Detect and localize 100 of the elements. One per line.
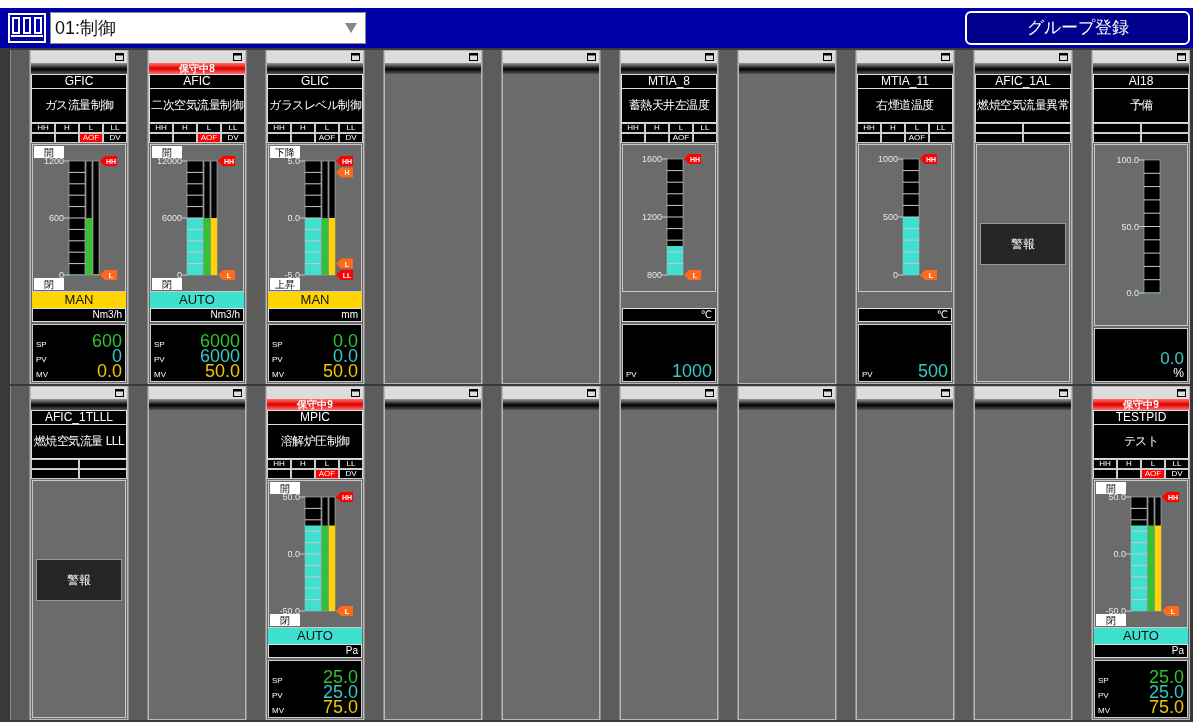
scale-label: 600 [48, 213, 64, 223]
scale-label: 0.0 [287, 549, 300, 559]
value-label: MV [1098, 706, 1110, 715]
alarm-cell [1141, 123, 1189, 133]
value-label: PV [862, 370, 873, 379]
window-icon[interactable] [115, 53, 124, 61]
tag-name: GLIC [267, 74, 363, 89]
tag-description: ガラスレベル制御 [267, 89, 363, 123]
tag-name: AFIC [149, 74, 245, 89]
scale-label: 0 [893, 270, 898, 280]
value-label: MV [272, 370, 284, 379]
group-select[interactable]: 01:制御 [50, 12, 366, 44]
status-cell: AOF [197, 133, 221, 143]
grid-logo-icon [8, 13, 46, 43]
alarm-cell: LL [693, 123, 717, 133]
alarm-cell: L [79, 123, 103, 133]
status-cell: DV [339, 133, 363, 143]
window-icon[interactable] [1059, 389, 1068, 397]
window-icon[interactable] [823, 53, 832, 61]
alarm-cell: LL [929, 123, 953, 133]
alarm-cell [975, 123, 1023, 133]
scale-label: 5.0 [287, 156, 300, 166]
value-label: PV [626, 370, 637, 379]
scale-label: 500 [882, 212, 898, 222]
mode-indicator: AUTO [1094, 628, 1188, 644]
tag-name: MTIA_11 [857, 74, 953, 89]
unit-label: mm [268, 308, 362, 322]
unit-label: Nm3/h [150, 308, 244, 322]
value-reading: 0.0 [96, 363, 122, 379]
scale-label: 0 [59, 270, 64, 280]
end-label: 開 [1096, 482, 1126, 494]
window-icon[interactable] [115, 389, 124, 397]
scale-label: 1000 [877, 154, 898, 164]
unit-label: Nm3/h [32, 308, 126, 322]
value-label: SP [272, 676, 283, 685]
window-icon[interactable] [941, 389, 950, 397]
window-icon[interactable] [1177, 53, 1186, 61]
alarm-cell: L [905, 123, 929, 133]
end-label: 開 [34, 146, 64, 158]
window-icon[interactable] [233, 53, 242, 61]
alarm-cell: LL [339, 459, 363, 469]
value-reading: 1000 [671, 363, 712, 379]
alarm-cell: L [315, 123, 339, 133]
scale-label: 6000 [161, 213, 182, 223]
tag-description: 予備 [1093, 89, 1189, 123]
scale-label: 1200 [641, 212, 662, 222]
window-icon[interactable] [1177, 389, 1186, 397]
tag-description: 燃焼空気流量異常 [975, 89, 1071, 123]
window-icon[interactable] [705, 53, 714, 61]
end-label: 閉 [34, 278, 64, 290]
window-icon[interactable] [351, 389, 360, 397]
maintenance-banner: 保守中9 [1093, 399, 1189, 410]
unit-label: ℃ [858, 308, 952, 322]
alarm-cell: L [197, 123, 221, 133]
scale-label: 0 [177, 270, 182, 280]
unit-label: Pa [268, 644, 362, 658]
value-reading: 75.0 [322, 699, 358, 715]
status-cell: AOF [315, 469, 339, 479]
window-icon[interactable] [469, 389, 478, 397]
alarm-cell: LL [221, 123, 245, 133]
scale-label: 0.0 [1113, 549, 1126, 559]
alarm-cell: H [291, 123, 315, 133]
status-cell: DV [339, 469, 363, 479]
window-icon[interactable] [351, 53, 360, 61]
alarm-button[interactable]: 警報 [980, 223, 1066, 265]
window-icon[interactable] [1059, 53, 1068, 61]
scale-label: 800 [646, 270, 662, 280]
alarm-button[interactable]: 警報 [36, 559, 122, 601]
tag-description: ガス流量制御 [31, 89, 127, 123]
value-reading: 6000 [199, 333, 240, 349]
value-reading: 50.0 [204, 363, 240, 379]
register-button[interactable]: グループ登録 [965, 11, 1190, 45]
value-reading: 75.0 [1148, 699, 1184, 715]
alarm-cell: H [291, 459, 315, 469]
value-reading: 25.0 [1148, 669, 1184, 685]
tag-description: テスト [1093, 425, 1189, 459]
window-icon[interactable] [587, 389, 596, 397]
window-icon[interactable] [587, 53, 596, 61]
value-reading: 0.0 [332, 333, 358, 349]
alarm-cell: L [1141, 459, 1165, 469]
status-cell: AOF [669, 133, 693, 143]
window-icon[interactable] [705, 389, 714, 397]
status-cell: AOF [79, 133, 103, 143]
value-label: PV [1098, 691, 1109, 700]
value-label: PV [272, 691, 283, 700]
alarm-cell [31, 459, 79, 469]
alarm-cell: L [669, 123, 693, 133]
end-label: 閉 [152, 278, 182, 290]
window-icon[interactable] [941, 53, 950, 61]
window-icon[interactable] [823, 389, 832, 397]
tag-description: 蓄熱天井左温度 [621, 89, 717, 123]
tag-name: MPIC [267, 410, 363, 425]
unit-label: ℃ [622, 308, 716, 322]
window-icon[interactable] [233, 389, 242, 397]
value-reading: 6000 [199, 348, 240, 364]
status-cell: DV [1165, 469, 1189, 479]
value-label: SP [272, 340, 283, 349]
value-reading: 500 [917, 363, 948, 379]
window-icon[interactable] [469, 53, 478, 61]
mode-indicator: AUTO [150, 292, 244, 308]
